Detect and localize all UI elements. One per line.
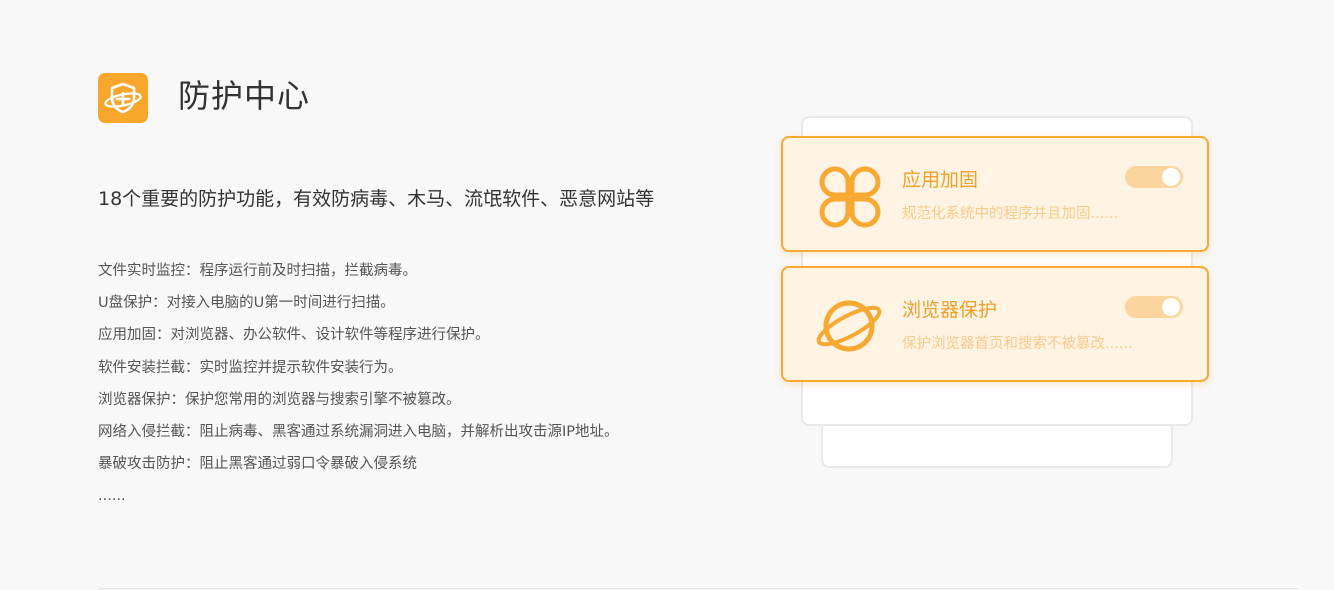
feature-list-item: 文件实时监控：程序运行前及时扫描，拦截病毒。 <box>98 263 417 279</box>
app-hardening-toggle[interactable] <box>1125 166 1183 188</box>
card-description: 规范化系统中的程序并且加固...... <box>902 206 1119 222</box>
intro-subtitle: 18个重要的防护功能，有效防病毒、木马、流氓软件、恶意网站等 <box>98 188 655 210</box>
feature-list-item: 软件安装拦截：实时监控并提示软件安装行为。 <box>98 359 403 376</box>
app-hardening-card: 应用加固 规范化系统中的程序并且加固...... <box>781 136 1209 252</box>
planet-icon <box>815 292 883 360</box>
toggle-knob <box>1162 168 1180 186</box>
card-title: 浏览器保护 <box>902 299 998 321</box>
feature-list-item: U盘保护：对接入电脑的U第一时间进行扫描。 <box>98 295 395 312</box>
shield-plus-icon <box>98 73 148 123</box>
feature-list-item: 应用加固：对浏览器、办公软件、设计软件等程序进行保护。 <box>98 327 490 344</box>
bottom-divider <box>98 588 1298 589</box>
feature-list-ellipsis: ...... <box>98 488 126 505</box>
card-description: 保护浏览器首页和搜索不被篡改...... <box>902 336 1133 352</box>
page-title: 防护中心 <box>178 77 311 115</box>
feature-list-item: 暴破攻击防护：阻止黑客通过弱口令暴破入侵系统 <box>98 456 417 473</box>
card-title: 应用加固 <box>902 169 979 191</box>
feature-list-item: 网络入侵拦截：阻止病毒、黑客通过系统漏洞进入电脑，并解析出攻击源IP地址。 <box>98 423 619 440</box>
browser-protection-toggle[interactable] <box>1125 296 1183 318</box>
card-stack-back <box>821 420 1173 468</box>
browser-protection-card: 浏览器保护 保护浏览器首页和搜索不被篡改...... <box>781 266 1209 382</box>
toggle-knob <box>1162 298 1180 316</box>
feature-list: 文件实时监控：程序运行前及时扫描，拦截病毒。 U盘保护：对接入电脑的U第一时间进… <box>98 258 619 516</box>
protection-center-page: 防护中心 18个重要的防护功能，有效防病毒、木马、流氓软件、恶意网站等 文件实时… <box>0 0 1334 590</box>
app-grid-icon <box>815 162 883 230</box>
feature-list-item: 浏览器保护：保护您常用的浏览器与搜索引擎不被篡改。 <box>98 391 461 408</box>
